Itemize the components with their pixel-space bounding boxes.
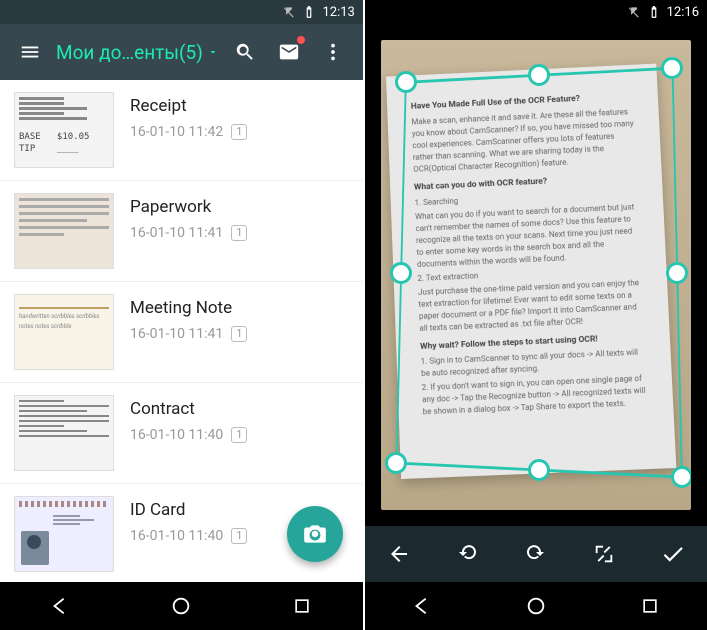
crop-handle-tm[interactable]: [528, 64, 550, 86]
no-sim-icon: [282, 5, 296, 19]
expand-button[interactable]: [579, 529, 629, 579]
thumbnail-meeting: handwritten scribbles scribbles notes no…: [14, 294, 114, 370]
crop-handle-tl[interactable]: [395, 71, 417, 93]
nav-bar: [365, 582, 707, 630]
dropdown-icon: [207, 46, 219, 58]
thumbnail-receipt: BASE $10.05 TIP ____: [14, 92, 114, 168]
thumbnail-idcard: [14, 496, 114, 572]
clock: 12:13: [322, 5, 354, 20]
app-bar: Мои до…енты(5): [0, 24, 363, 80]
phone-left-docs: 12:13 Мои до…енты(5) BASE: [0, 0, 365, 630]
doc-date: 16-01-10 11:40: [130, 528, 223, 544]
page-count: 1: [231, 124, 247, 140]
document-list: BASE $10.05 TIP ____ Receipt 16-01-10 11…: [0, 80, 363, 582]
menu-button[interactable]: [12, 34, 48, 70]
page-count: 1: [231, 225, 247, 241]
camera-fab[interactable]: [287, 506, 343, 562]
page-count: 1: [231, 326, 247, 342]
crop-handle-bm[interactable]: [528, 459, 550, 481]
confirm-button[interactable]: [648, 529, 698, 579]
crop-handle-mr[interactable]: [666, 262, 688, 284]
home-nav[interactable]: [506, 586, 566, 626]
scan-viewport: Have You Made Full Use of the OCR Featur…: [365, 24, 707, 526]
status-bar: 12:13: [0, 0, 363, 24]
battery-icon: [302, 5, 316, 19]
battery-icon: [647, 5, 661, 19]
doc-title: Paperwork: [130, 197, 349, 217]
thumbnail-contract: [14, 395, 114, 471]
doc-date: 16-01-10 11:42: [130, 124, 223, 140]
scan-surface[interactable]: Have You Made Full Use of the OCR Featur…: [381, 40, 691, 510]
more-button[interactable]: [315, 34, 351, 70]
page-count: 1: [231, 528, 247, 544]
doc-date: 16-01-10 11:41: [130, 326, 223, 342]
page-count: 1: [231, 427, 247, 443]
list-item[interactable]: Contract 16-01-10 11:40 1: [0, 383, 363, 484]
back-nav[interactable]: [30, 586, 90, 626]
search-button[interactable]: [227, 34, 263, 70]
list-item[interactable]: Paperwork 16-01-10 11:41 1: [0, 181, 363, 282]
list-item[interactable]: handwritten scribbles scribbles notes no…: [0, 282, 363, 383]
recents-nav[interactable]: [272, 586, 332, 626]
status-bar: 12:16: [365, 0, 707, 24]
doc-title: Receipt: [130, 96, 349, 116]
doc-title: Meeting Note: [130, 298, 349, 318]
crop-handle-bl[interactable]: [385, 452, 407, 474]
phone-right-scan: 12:16 Have You Made Full Use of the OCR …: [365, 0, 707, 630]
back-button[interactable]: [374, 529, 424, 579]
no-sim-icon: [627, 5, 641, 19]
scanned-document: Have You Made Full Use of the OCR Featur…: [386, 64, 676, 480]
clock: 12:16: [667, 5, 699, 20]
rotate-right-button[interactable]: [511, 529, 561, 579]
recents-nav[interactable]: [620, 586, 680, 626]
doc-title: Contract: [130, 399, 349, 419]
home-nav[interactable]: [151, 586, 211, 626]
crop-handle-br[interactable]: [671, 466, 691, 488]
back-nav[interactable]: [392, 586, 452, 626]
rotate-left-button[interactable]: [442, 529, 492, 579]
app-title[interactable]: Мои до…енты(5): [56, 41, 219, 64]
crop-handle-tr[interactable]: [661, 57, 683, 79]
list-item[interactable]: BASE $10.05 TIP ____ Receipt 16-01-10 11…: [0, 80, 363, 181]
nav-bar: [0, 582, 363, 630]
doc-date: 16-01-10 11:40: [130, 427, 223, 443]
scan-action-bar: [365, 526, 707, 582]
crop-handle-ml[interactable]: [390, 262, 412, 284]
thumbnail-paperwork: [14, 193, 114, 269]
inbox-button[interactable]: [271, 34, 307, 70]
doc-date: 16-01-10 11:41: [130, 225, 223, 241]
